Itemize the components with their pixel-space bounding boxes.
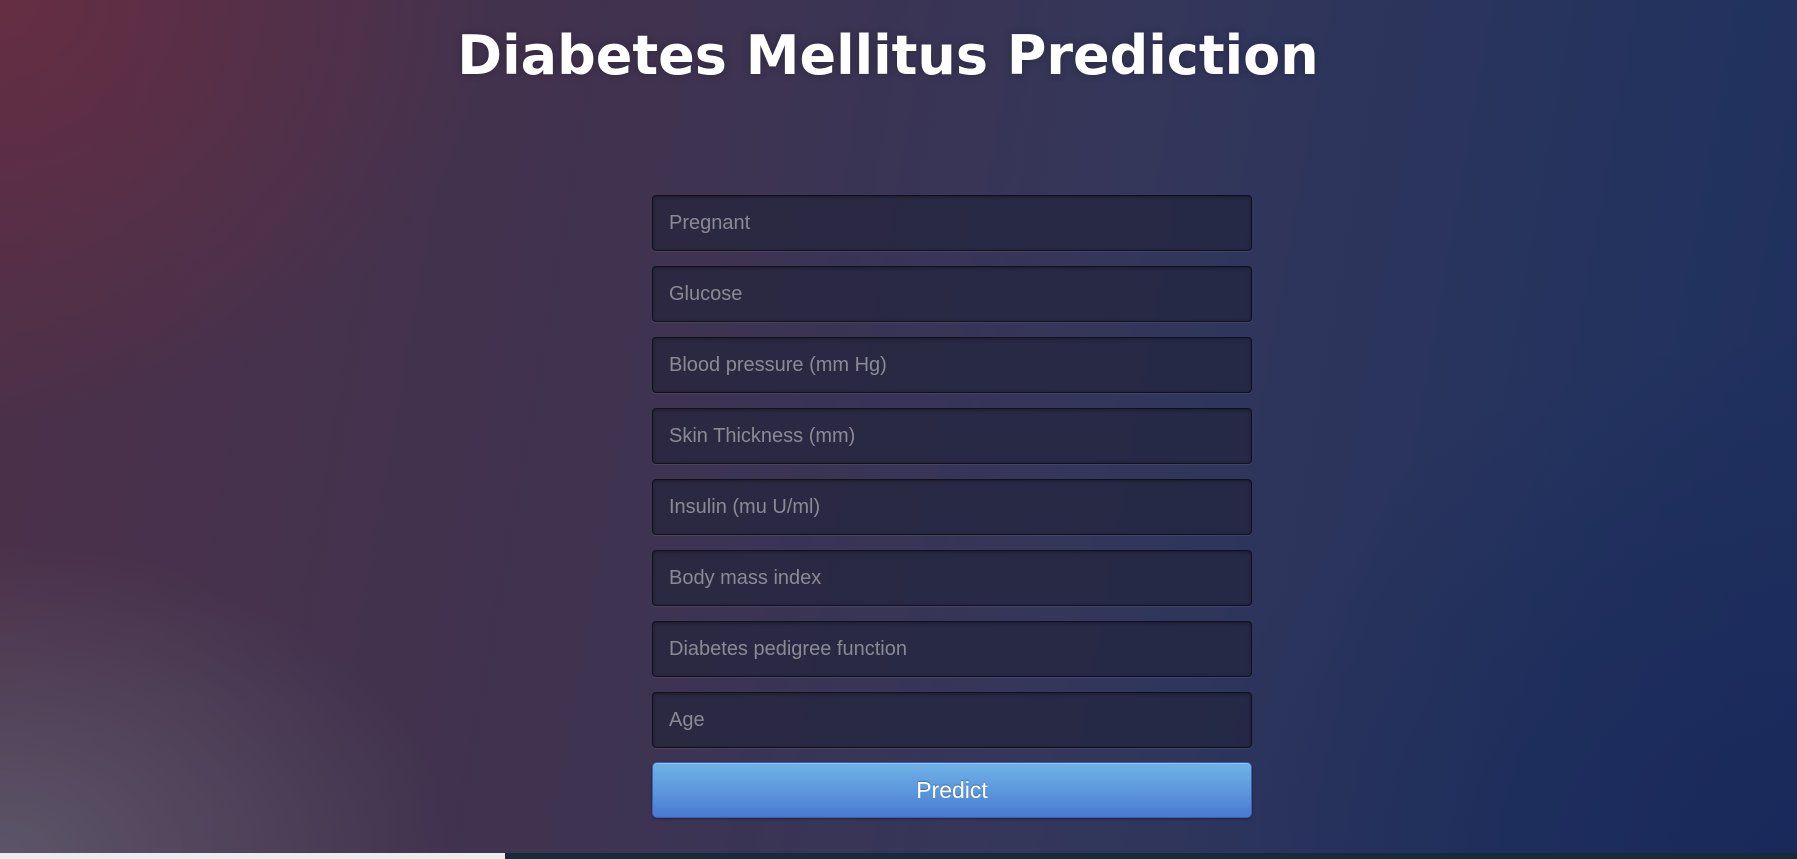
skin-thickness-input[interactable]	[652, 408, 1252, 464]
insulin-input[interactable]	[652, 479, 1252, 535]
pregnant-input[interactable]	[652, 195, 1252, 251]
glucose-input[interactable]	[652, 266, 1252, 322]
bottom-light-strip	[0, 853, 505, 859]
page-title: Diabetes Mellitus Prediction	[457, 24, 1319, 87]
prediction-form: Predict	[652, 195, 1252, 818]
age-input[interactable]	[652, 692, 1252, 748]
blood-pressure-input[interactable]	[652, 337, 1252, 393]
body-mass-index-input[interactable]	[652, 550, 1252, 606]
predict-button[interactable]: Predict	[652, 762, 1252, 818]
diabetes-pedigree-function-input[interactable]	[652, 621, 1252, 677]
